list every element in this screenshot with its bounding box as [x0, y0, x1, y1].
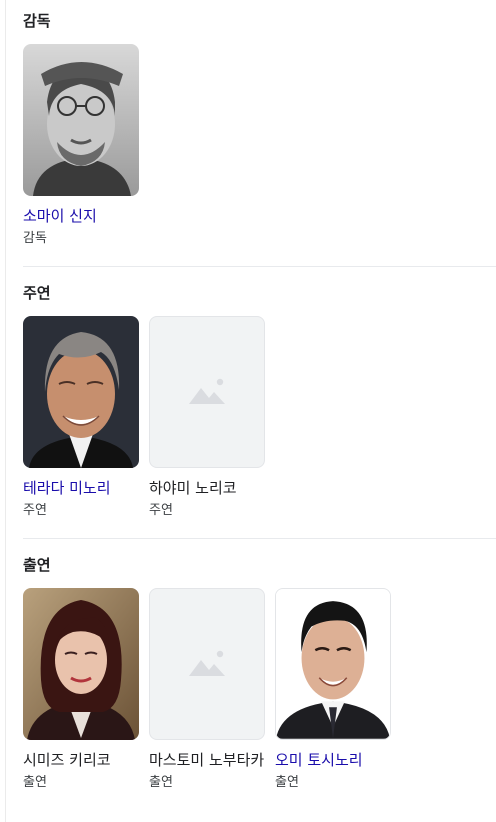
section-heading-director: 감독: [23, 12, 51, 30]
section-heading-lead: 주연: [23, 284, 51, 302]
person-role-omi-toshinori: 출연: [275, 775, 299, 790]
section-heading-cast: 출연: [23, 556, 51, 574]
person-card-terada-minori[interactable]: 테라다 미노리 주연: [23, 316, 139, 519]
person-card-hayami-noriko[interactable]: 하야미 노리코 주연: [149, 316, 265, 519]
person-photo-placeholder-masutomi-nobutaka[interactable]: [149, 588, 265, 740]
person-name-somai-shinji[interactable]: 소마이 신지: [23, 206, 139, 227]
person-card-somai-shinji[interactable]: 소마이 신지 감독: [23, 44, 139, 247]
person-name-omi-toshinori[interactable]: 오미 토시노리: [275, 750, 391, 771]
person-name-terada-minori[interactable]: 테라다 미노리: [23, 478, 139, 499]
person-role-hayami-noriko: 주연: [149, 503, 173, 518]
image-placeholder-icon: [189, 378, 225, 404]
section-divider-1: [23, 266, 496, 267]
person-name-masutomi-nobutaka[interactable]: 마스토미 노부타카: [149, 750, 265, 771]
person-photo-omi-toshinori[interactable]: [275, 588, 391, 740]
person-role-masutomi-nobutaka: 출연: [149, 775, 173, 790]
person-role-terada-minori: 주연: [23, 503, 47, 518]
person-photo-somai-shinji[interactable]: [23, 44, 139, 196]
image-placeholder-icon: [189, 650, 225, 676]
person-card-omi-toshinori[interactable]: 오미 토시노리 출연: [275, 588, 391, 791]
person-role-somai-shinji: 감독: [23, 231, 47, 246]
person-name-shimizu-kiriko[interactable]: 시미즈 키리코: [23, 750, 139, 771]
person-role-shimizu-kiriko: 출연: [23, 775, 47, 790]
person-photo-terada-minori[interactable]: [23, 316, 139, 468]
left-edge-line: [5, 0, 6, 822]
person-card-shimizu-kiriko[interactable]: 시미즈 키리코 출연: [23, 588, 139, 791]
person-name-hayami-noriko[interactable]: 하야미 노리코: [149, 478, 265, 499]
person-photo-placeholder-hayami-noriko[interactable]: [149, 316, 265, 468]
person-photo-shimizu-kiriko[interactable]: [23, 588, 139, 740]
section-divider-2: [23, 538, 496, 539]
person-card-masutomi-nobutaka[interactable]: 마스토미 노부타카 출연: [149, 588, 265, 791]
